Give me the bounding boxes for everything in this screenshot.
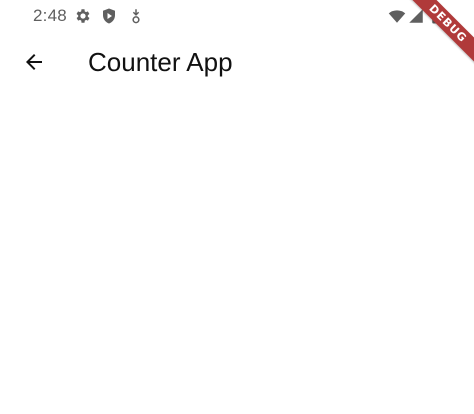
main-content xyxy=(0,92,474,414)
gear-icon xyxy=(74,7,92,25)
app-screen: 2:48 Counter App DEBUG xyxy=(0,0,474,414)
download-icon xyxy=(127,7,145,25)
status-bar: 2:48 xyxy=(0,0,474,32)
back-button[interactable] xyxy=(14,42,54,82)
battery-icon xyxy=(427,7,445,25)
app-bar: Counter App xyxy=(0,32,474,92)
page-title: Counter App xyxy=(88,47,233,77)
wifi-icon xyxy=(388,7,406,25)
signal-icon xyxy=(407,7,425,25)
shield-icon xyxy=(100,7,118,25)
status-time: 2:48 xyxy=(33,6,67,25)
arrow-back-icon xyxy=(26,54,42,70)
